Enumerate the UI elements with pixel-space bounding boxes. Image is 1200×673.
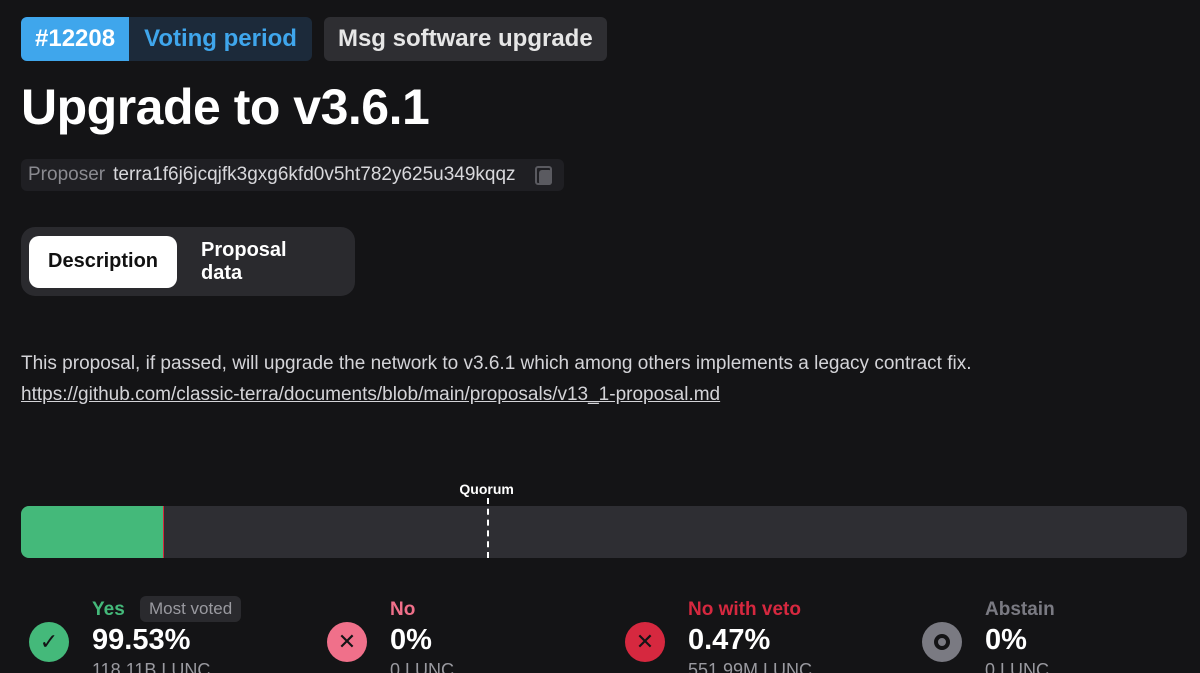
vote-no: ✕ No 0% 0 LUNC [327, 596, 617, 673]
vote-label: No [390, 599, 416, 620]
check-icon: ✓ [29, 622, 69, 662]
circle-icon [922, 622, 962, 662]
description-body: This proposal, if passed, will upgrade t… [21, 348, 1191, 410]
proposer-address[interactable]: terra1f6j6jcqjfk3gxg6kfd0v5ht782y625u349… [113, 164, 515, 186]
most-voted-badge: Most voted [140, 596, 242, 622]
tally-bar [21, 506, 1187, 558]
x-icon: ✕ [625, 622, 665, 662]
description-link[interactable]: https://github.com/classic-terra/documen… [21, 384, 720, 405]
quorum-label: Quorum [459, 481, 514, 497]
x-icon: ✕ [327, 622, 367, 662]
vote-percent: 99.53% [92, 624, 191, 656]
proposal-id-badge: #12208 [21, 17, 130, 61]
vote-no-with-veto: ✕ No with veto 0.47% 551.99M LUNC [625, 596, 915, 673]
status-badge: Voting period [129, 17, 312, 61]
type-badge: Msg software upgrade [323, 17, 607, 61]
tally-bar-veto [162, 506, 165, 558]
page-title: Upgrade to v3.6.1 [21, 79, 430, 135]
vote-label: Abstain [985, 599, 1055, 620]
copy-icon[interactable] [532, 164, 554, 186]
tab-description[interactable]: Description [29, 235, 178, 288]
description-text: This proposal, if passed, will upgrade t… [21, 353, 972, 374]
tab-proposal-data[interactable]: Proposal data [177, 236, 347, 288]
vote-percent: 0% [985, 624, 1027, 656]
badge-row: #12208 Voting period Msg software upgrad… [21, 17, 607, 61]
tally-bar-yes [21, 506, 163, 558]
id-status-badge: #12208 Voting period [21, 17, 312, 61]
vote-amount: 0 LUNC [985, 660, 1050, 673]
vote-summary: ✓ Yes Most voted 99.53% 118.11B LUNC ✕ N… [29, 596, 1200, 673]
vote-amount: 0 LUNC [390, 660, 455, 673]
vote-amount: 118.11B LUNC [92, 660, 211, 673]
vote-abstain: Abstain 0% 0 LUNC [922, 596, 1200, 673]
proposer-box: Proposer terra1f6j6jcqjfk3gxg6kfd0v5ht78… [21, 159, 564, 191]
quorum-marker [487, 498, 490, 558]
proposer-label: Proposer [28, 164, 106, 185]
vote-amount: 551.99M LUNC [688, 660, 813, 673]
vote-percent: 0% [390, 624, 432, 656]
vote-label: No with veto [688, 599, 801, 620]
vote-percent: 0.47% [688, 624, 771, 656]
tab-bar: Description Proposal data [21, 227, 355, 296]
vote-yes: ✓ Yes Most voted 99.53% 118.11B LUNC [29, 596, 319, 673]
proposal-page: #12208 Voting period Msg software upgrad… [0, 0, 1200, 673]
vote-label: Yes [92, 599, 125, 620]
